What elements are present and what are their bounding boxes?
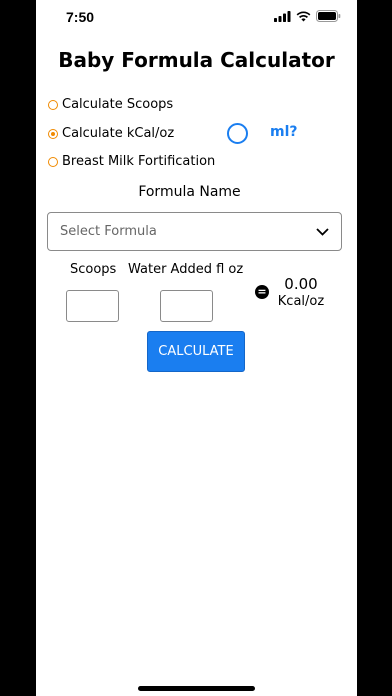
ml-toggle[interactable]: [227, 123, 248, 144]
status-icons: [274, 10, 341, 22]
radio-label: Breast Milk Fortification: [62, 154, 216, 169]
formula-select[interactable]: Select Formula: [47, 212, 342, 251]
formula-name-label: Formula Name: [138, 184, 241, 200]
page-title: Baby Formula Calculator: [58, 48, 335, 72]
app-screen: 7:50 Baby Formula Calculator Calculate S…: [36, 0, 357, 696]
radio-button-icon: [48, 156, 58, 167]
radio-calculate-scoops[interactable]: Calculate Scoops: [48, 97, 173, 112]
water-added-label: Water Added fl oz: [128, 262, 244, 277]
radio-calculate-kcal[interactable]: Calculate kCal/oz: [48, 126, 174, 141]
radio-breast-milk-fortification[interactable]: Breast Milk Fortification: [48, 154, 215, 169]
chevron-down-icon: [316, 227, 329, 236]
formula-select-placeholder: Select Formula: [60, 224, 157, 239]
wifi-icon: [296, 10, 311, 21]
equals-icon: =: [255, 285, 269, 299]
result-value: 0.00: [284, 275, 318, 293]
result-unit: Kcal/oz: [277, 294, 325, 309]
scoops-input[interactable]: [66, 290, 119, 322]
radio-label: Calculate kCal/oz: [62, 126, 175, 141]
status-time: 7:50: [66, 9, 95, 25]
radio-button-selected-icon: [48, 128, 58, 139]
scoops-label: Scoops: [70, 262, 117, 277]
signal-icon: [274, 10, 291, 22]
home-indicator: [138, 686, 255, 691]
radio-label: Calculate Scoops: [62, 97, 174, 112]
calculate-button[interactable]: CALCULATE: [147, 331, 245, 372]
ml-toggle-label: ml?: [270, 124, 298, 140]
battery-icon: [316, 10, 341, 22]
water-added-input[interactable]: [160, 290, 213, 322]
radio-button-icon: [48, 99, 58, 110]
